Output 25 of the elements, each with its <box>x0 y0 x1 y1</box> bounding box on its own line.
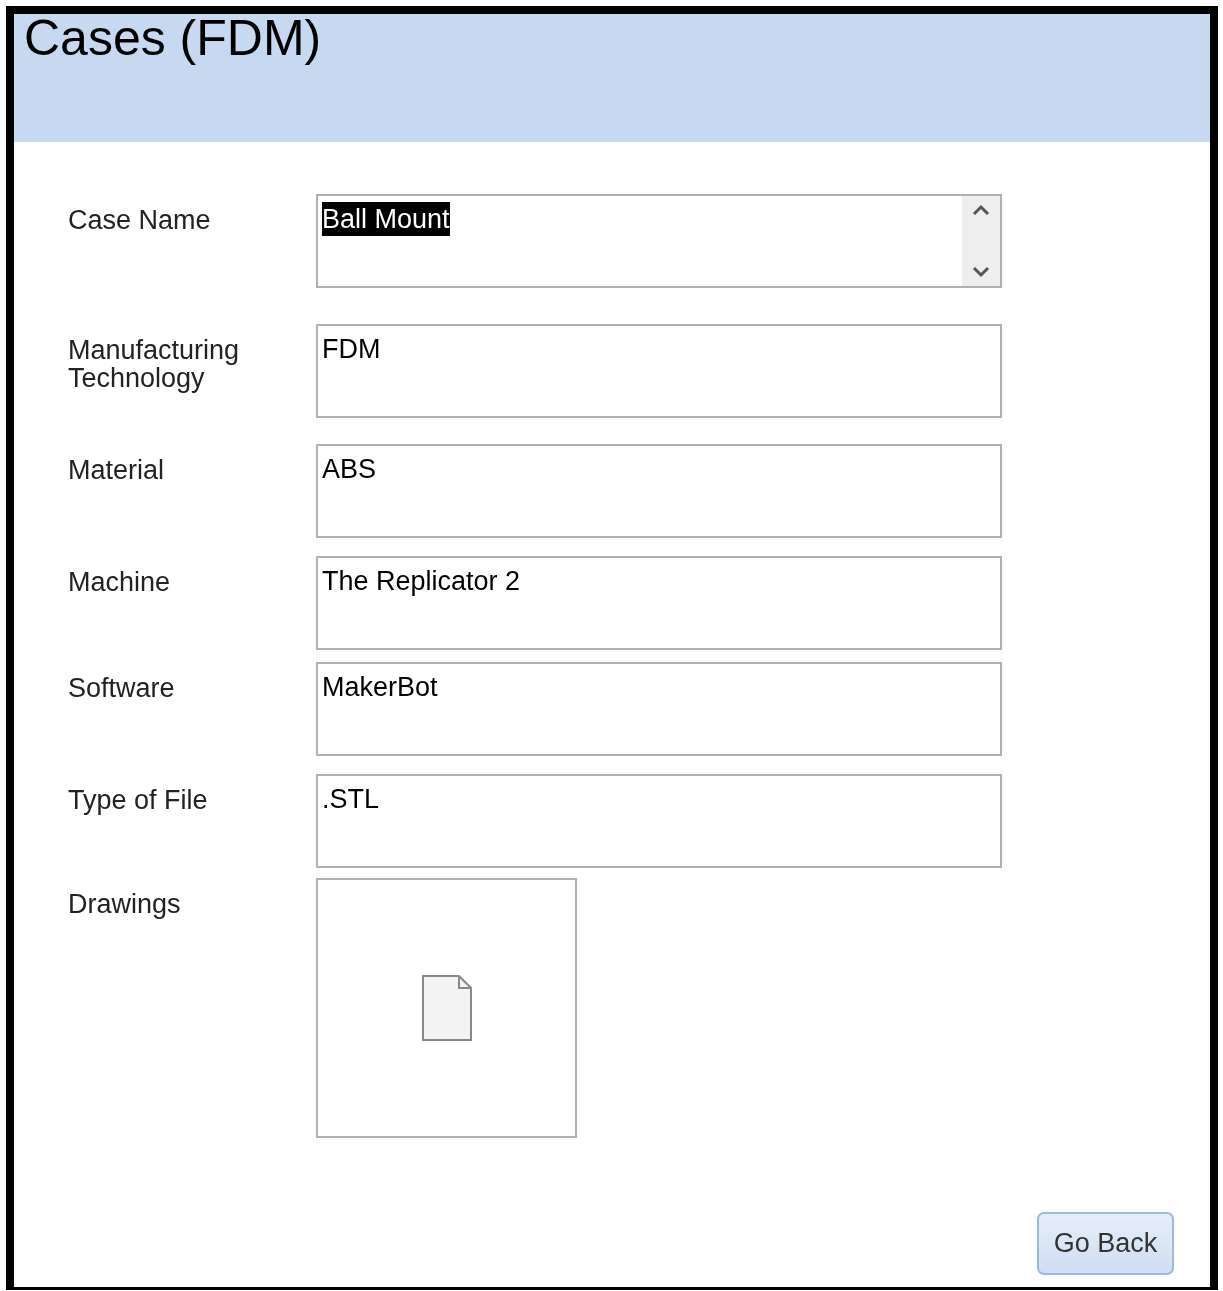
field-value: ABS <box>322 453 377 486</box>
go-back-button[interactable]: Go Back <box>1037 1212 1174 1275</box>
field-value: FDM <box>322 333 381 366</box>
field-label: Machine <box>68 566 172 599</box>
field-label: Material <box>68 454 166 487</box>
scrollbar[interactable] <box>962 196 1000 286</box>
field-label: Case Name <box>68 204 212 237</box>
attachment-field[interactable] <box>316 878 577 1138</box>
text-field[interactable]: MakerBot <box>316 662 1002 756</box>
chevron-down-icon[interactable] <box>972 266 990 278</box>
text-field[interactable]: Ball Mount <box>316 194 1002 288</box>
text-field[interactable]: .STL <box>316 774 1002 868</box>
field-value: .STL <box>322 783 380 816</box>
field-value: The Replicator 2 <box>322 565 521 598</box>
chevron-up-icon[interactable] <box>972 204 990 216</box>
field-label: Drawings <box>68 888 182 921</box>
text-field[interactable]: The Replicator 2 <box>316 556 1002 650</box>
field-label: Software <box>68 672 176 705</box>
document-icon <box>421 975 472 1041</box>
text-field[interactable]: ABS <box>316 444 1002 538</box>
field-label: Type of File <box>68 784 209 817</box>
field-label: Manufacturing Technology <box>68 334 241 395</box>
text-field[interactable]: FDM <box>316 324 1002 418</box>
field-value: Ball Mount <box>322 202 450 236</box>
field-value: MakerBot <box>322 671 438 704</box>
